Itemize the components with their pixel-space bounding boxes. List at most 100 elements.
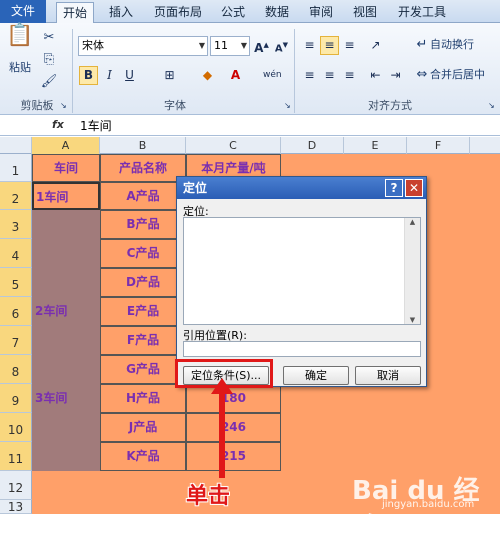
clipboard-launcher-icon[interactable]: ↘ (60, 97, 67, 115)
row-header-5[interactable]: 5 (0, 268, 32, 297)
cell-b10[interactable]: J产品 (100, 413, 186, 442)
row-header-8[interactable]: 8 (0, 355, 32, 384)
row-header-2[interactable]: 2 (0, 182, 32, 210)
border-icon[interactable]: ⊞ (160, 66, 179, 85)
font-launcher-icon[interactable]: ↘ (284, 97, 291, 115)
group-label-alignment: 对齐方式 (368, 99, 412, 112)
cell-b2[interactable]: A产品 (100, 182, 186, 210)
phonetic-icon[interactable]: wén (262, 66, 282, 85)
cell-b8[interactable]: G产品 (100, 355, 186, 384)
copy-icon[interactable]: ⎘ (40, 51, 58, 69)
align-middle-icon[interactable]: ≡ (320, 36, 339, 55)
ribbon-tab-bar: 文件 开始 插入 页面布局 公式 数据 审阅 视图 开发工具 (0, 0, 500, 24)
row-header-6[interactable]: 6 (0, 297, 32, 326)
merge-center-button[interactable]: 合并后居中 (430, 66, 485, 84)
row-header-13[interactable]: 13 (0, 500, 32, 514)
column-header-a[interactable]: A (32, 137, 100, 154)
row-header-10[interactable]: 10 (0, 413, 32, 442)
cut-icon[interactable]: ✂ (40, 29, 58, 47)
decrease-indent-icon[interactable]: ⇤ (366, 66, 385, 85)
cell-b11[interactable]: K产品 (100, 442, 186, 471)
italic-button[interactable]: I (100, 66, 119, 85)
cell-a3-a5[interactable] (32, 210, 100, 297)
row-header-7[interactable]: 7 (0, 326, 32, 355)
group-label-clipboard: 剪贴板 (20, 99, 54, 112)
cancel-button[interactable]: 取消 (355, 366, 421, 385)
tab-home[interactable]: 开始 (56, 2, 94, 24)
cell-c10[interactable]: 246 (186, 413, 281, 442)
bold-button[interactable]: B (79, 66, 98, 85)
reference-input[interactable] (183, 341, 421, 357)
orientation-icon[interactable]: ↗ (366, 36, 385, 55)
cell-b3[interactable]: B产品 (100, 210, 186, 239)
scroll-up-icon[interactable]: ▲ (405, 218, 420, 226)
font-color-icon[interactable]: A (226, 66, 245, 85)
tab-insert[interactable]: 插入 (104, 2, 138, 23)
baidu-watermark-url: jingyan.baidu.com (382, 499, 475, 510)
paste-label[interactable]: 粘贴 (6, 59, 34, 77)
cell-b9[interactable]: H产品 (100, 384, 186, 413)
tab-developer[interactable]: 开发工具 (392, 2, 452, 23)
tab-formulas[interactable]: 公式 (216, 2, 250, 23)
formula-bar (0, 116, 500, 136)
column-header-d[interactable]: D (281, 137, 344, 154)
goto-listbox[interactable]: ▲ ▼ (183, 217, 421, 325)
chevron-down-icon: ▼ (198, 41, 205, 50)
alignment-launcher-icon[interactable]: ↘ (488, 97, 495, 115)
align-left-icon[interactable]: ≡ (300, 66, 319, 85)
row-header-3[interactable]: 3 (0, 210, 32, 239)
fx-icon[interactable]: fx (52, 118, 64, 131)
font-size-combo[interactable]: 11 ▼ (210, 36, 250, 56)
tab-view[interactable]: 视图 (348, 2, 382, 23)
row-header-9[interactable]: 9 (0, 384, 32, 413)
align-bottom-icon[interactable]: ≡ (340, 36, 359, 55)
align-top-icon[interactable]: ≡ (300, 36, 319, 55)
cell-c9[interactable]: 180 (186, 384, 281, 413)
tab-data[interactable]: 数据 (260, 2, 294, 23)
listbox-scrollbar[interactable]: ▲ ▼ (404, 218, 420, 324)
row-header-12[interactable]: 12 (0, 471, 32, 500)
cell-b4[interactable]: C产品 (100, 239, 186, 268)
close-icon[interactable]: ✕ (405, 179, 423, 197)
row-header-1[interactable]: 1 (0, 154, 32, 182)
cell-b1[interactable]: 产品名称 (100, 154, 186, 182)
font-name-combo[interactable]: 宋体 ▼ (78, 36, 208, 56)
cell-c11[interactable]: 215 (186, 442, 281, 471)
scroll-down-icon[interactable]: ▼ (405, 316, 420, 324)
ok-button[interactable]: 确定 (283, 366, 349, 385)
align-right-icon[interactable]: ≡ (340, 66, 359, 85)
tab-review[interactable]: 审阅 (304, 2, 338, 23)
wrap-text-button[interactable]: 自动换行 (430, 36, 474, 54)
wrap-text-icon[interactable]: ↵ (414, 36, 430, 54)
column-header-c[interactable]: C (186, 137, 281, 154)
select-all-corner[interactable] (0, 137, 32, 154)
column-header-f[interactable]: F (407, 137, 470, 154)
name-box[interactable] (4, 118, 44, 134)
align-center-icon[interactable]: ≡ (320, 66, 339, 85)
column-header-b[interactable]: B (100, 137, 186, 154)
row-header-4[interactable]: 4 (0, 239, 32, 268)
merge-center-icon[interactable]: ⇔ (414, 66, 430, 84)
paste-icon[interactable]: 📋 (6, 25, 33, 57)
cell-a2[interactable]: 1车间 (32, 182, 100, 210)
formula-input[interactable]: 1车间 (80, 117, 112, 135)
help-icon[interactable]: ? (385, 179, 403, 197)
increase-indent-icon[interactable]: ⇥ (386, 66, 405, 85)
cell-b6[interactable]: E产品 (100, 297, 186, 326)
cell-a9-a11[interactable]: 3车间 (32, 384, 100, 471)
grow-font-icon[interactable]: A▲ (252, 36, 271, 55)
column-header-e[interactable]: E (344, 137, 407, 154)
shrink-font-icon[interactable]: A▼ (272, 36, 291, 55)
underline-button[interactable]: U (120, 66, 139, 85)
cell-a6-a8[interactable]: 2车间 (32, 297, 100, 384)
tab-page-layout[interactable]: 页面布局 (148, 2, 208, 23)
annotation-arrow (219, 388, 225, 478)
fill-color-icon[interactable]: ◆ (198, 66, 217, 85)
cell-b7[interactable]: F产品 (100, 326, 186, 355)
cell-a1[interactable]: 车间 (32, 154, 100, 182)
format-painter-icon[interactable]: 🖌 (40, 73, 58, 91)
row-header-11[interactable]: 11 (0, 442, 32, 471)
tab-file[interactable]: 文件 (0, 0, 46, 23)
cell-b5[interactable]: D产品 (100, 268, 186, 297)
chevron-down-icon: ▼ (240, 41, 247, 50)
